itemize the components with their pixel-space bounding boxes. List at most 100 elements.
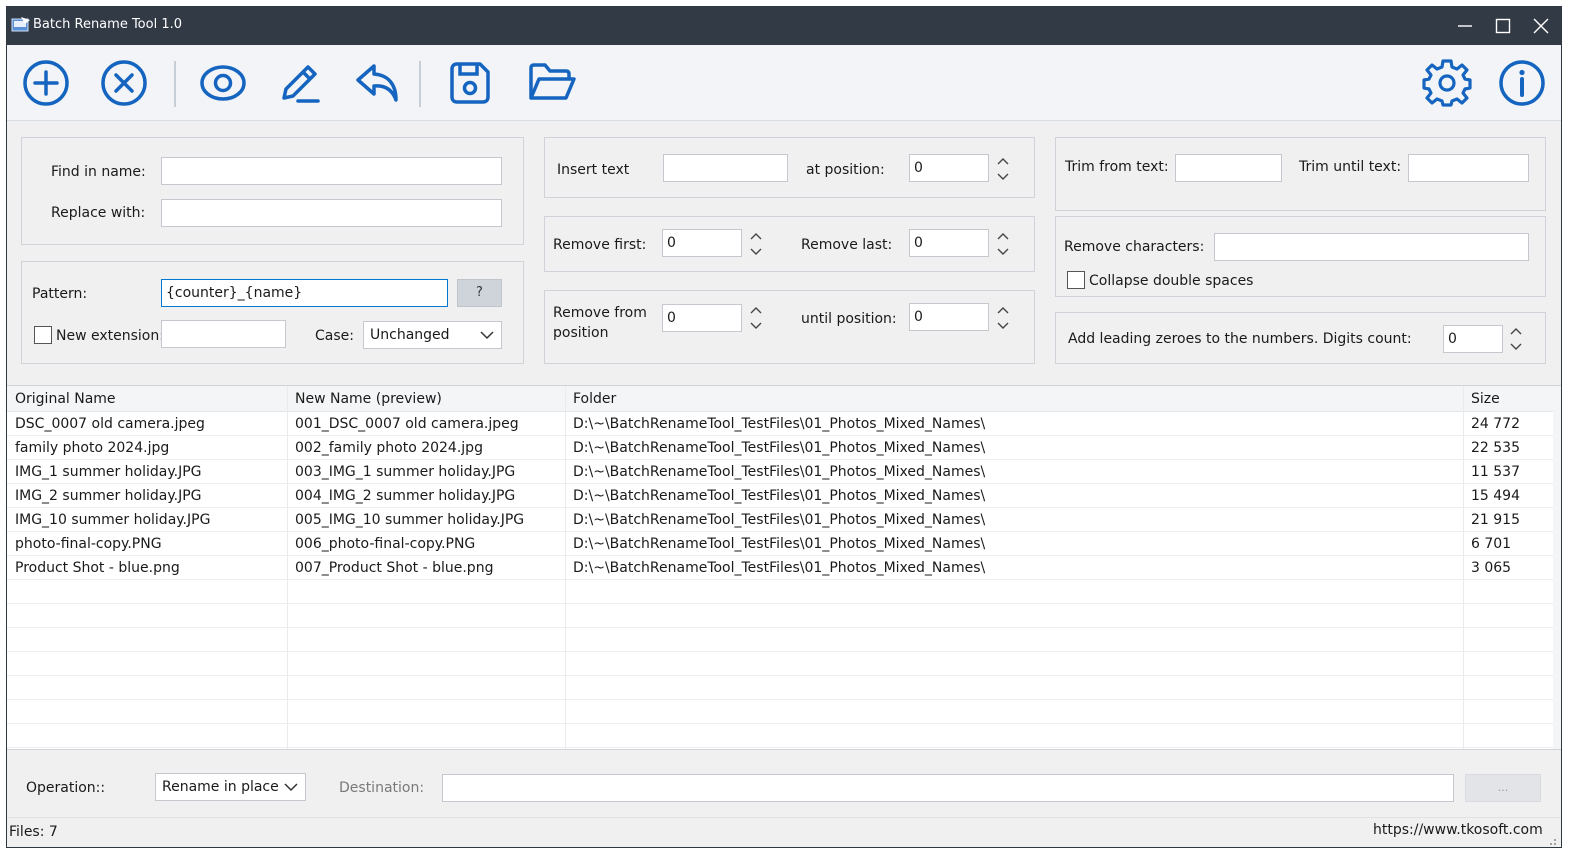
save-button[interactable]: [442, 55, 498, 111]
maximize-icon: [1495, 18, 1511, 34]
operation-label: Operation::: [26, 780, 106, 796]
table-row: [7, 604, 1553, 628]
add-files-button[interactable]: [18, 55, 74, 111]
case-select[interactable]: Unchanged: [363, 321, 502, 349]
website-link[interactable]: https://www.tkosoft.com: [1373, 822, 1543, 838]
until-position-input[interactable]: 0: [909, 303, 989, 331]
new-extension-checkbox[interactable]: [34, 326, 52, 344]
cell-original-name: IMG_10 summer holiday.JPG: [15, 512, 211, 528]
settings-button[interactable]: [1419, 55, 1475, 111]
folder-open-icon: [529, 63, 576, 100]
destination-input[interactable]: [442, 774, 1454, 802]
table-row[interactable]: IMG_1 summer holiday.JPG 003_IMG_1 summer…: [7, 460, 1553, 484]
cell-new-name: 004_IMG_2 summer holiday.JPG: [295, 488, 516, 504]
column-header-preview[interactable]: New Name (preview): [287, 386, 565, 412]
find-label: Find in name:: [51, 164, 146, 180]
remove-from-input[interactable]: 0: [662, 304, 742, 332]
cell-new-name: 007_Product Shot - blue.png: [295, 560, 494, 576]
insert-text-input[interactable]: [663, 154, 788, 182]
at-position-input[interactable]: 0: [909, 154, 989, 182]
window-title: Batch Rename Tool 1.0: [33, 17, 183, 32]
spinner-arrows-icon[interactable]: [747, 229, 765, 259]
table-row: [7, 724, 1553, 748]
cell-original-name: photo-final-copy.PNG: [15, 536, 162, 552]
leading-zeroes-input[interactable]: 0: [1443, 325, 1503, 353]
open-button[interactable]: [524, 55, 580, 111]
trim-until-input[interactable]: [1408, 154, 1529, 182]
cell-size: 3 065: [1471, 560, 1512, 576]
spinner-arrows-icon[interactable]: [994, 229, 1012, 259]
cell-new-name: 002_family photo 2024.jpg: [295, 440, 483, 456]
minimize-button[interactable]: [1447, 11, 1483, 41]
undo-button[interactable]: [349, 55, 405, 111]
pattern-input[interactable]: {counter}_{name}: [161, 279, 448, 307]
spinner-arrows-icon[interactable]: [994, 154, 1012, 184]
file-grid[interactable]: Original Name New Name (preview) Folder …: [7, 385, 1561, 749]
chevron-down-icon: [480, 331, 494, 340]
operation-select[interactable]: Rename in place: [155, 773, 306, 801]
table-row: [7, 700, 1553, 724]
leading-zeroes-group: Add leading zeroes to the numbers. Digit…: [1055, 312, 1546, 364]
table-row[interactable]: IMG_10 summer holiday.JPG 005_IMG_10 summ…: [7, 508, 1553, 532]
spinner-arrows-icon[interactable]: [994, 303, 1012, 333]
table-row[interactable]: photo-final-copy.PNG 006_photo-final-copy…: [7, 532, 1553, 556]
status-bar: Files: 7 https://www.tkosoft.com: [7, 817, 1561, 847]
column-header-size[interactable]: Size: [1463, 386, 1553, 412]
preview-button[interactable]: [195, 55, 251, 111]
remove-characters-label: Remove characters:: [1064, 239, 1205, 255]
table-row[interactable]: family photo 2024.jpg 002_family photo 20…: [7, 436, 1553, 460]
column-header-folder[interactable]: Folder: [565, 386, 1463, 412]
vertical-scrollbar[interactable]: [1553, 386, 1561, 749]
case-select-value: Unchanged: [370, 327, 450, 343]
find-replace-group: Find in name: Replace with:: [21, 137, 524, 245]
cell-size: 15 494: [1471, 488, 1520, 504]
spinner-arrows-icon[interactable]: [747, 303, 765, 333]
new-extension-input[interactable]: [161, 320, 286, 348]
cell-original-name: IMG_1 summer holiday.JPG: [15, 464, 202, 480]
cell-folder: D:\~\BatchRenameTool_TestFiles\01_Photos…: [573, 512, 986, 528]
column-header-original[interactable]: Original Name: [7, 386, 287, 412]
cell-new-name: 006_photo-final-copy.PNG: [295, 536, 476, 552]
close-button[interactable]: [1523, 11, 1559, 41]
until-position-label: until position:: [801, 311, 897, 327]
info-icon: [1499, 60, 1545, 106]
table-row[interactable]: IMG_2 summer holiday.JPG 004_IMG_2 summer…: [7, 484, 1553, 508]
collapse-spaces-label: Collapse double spaces: [1089, 273, 1254, 289]
pattern-group: Pattern: {counter}_{name} ? New extensio…: [21, 261, 524, 364]
browse-destination-button[interactable]: ...: [1465, 774, 1541, 802]
table-row: [7, 676, 1553, 700]
cell-size: 22 535: [1471, 440, 1520, 456]
cell-folder: D:\~\BatchRenameTool_TestFiles\01_Photos…: [573, 536, 986, 552]
remove-last-input[interactable]: 0: [909, 229, 989, 257]
resize-grip-icon[interactable]: [1545, 834, 1557, 846]
chevron-down-icon: [284, 783, 298, 792]
insert-text-group: Insert text at position: 0: [544, 137, 1035, 198]
table-row: [7, 628, 1553, 652]
maximize-button[interactable]: [1485, 11, 1521, 41]
pattern-help-button[interactable]: ?: [457, 279, 502, 307]
cell-size: 6 701: [1471, 536, 1512, 552]
replace-input[interactable]: [161, 199, 502, 227]
trim-until-label: Trim until text:: [1299, 159, 1402, 175]
eye-icon: [200, 65, 246, 101]
undo-arrow-icon: [356, 64, 398, 102]
remove-characters-input[interactable]: [1214, 233, 1529, 261]
about-button[interactable]: [1494, 55, 1550, 111]
pattern-label: Pattern:: [32, 286, 88, 302]
plus-circle-icon: [23, 60, 69, 106]
table-row[interactable]: DSC_0007 old camera.jpeg 001_DSC_0007 old…: [7, 412, 1553, 436]
remove-from-label-position: position: [553, 325, 609, 341]
collapse-spaces-checkbox[interactable]: [1067, 271, 1085, 289]
remove-first-input[interactable]: 0: [662, 229, 742, 257]
cell-size: 11 537: [1471, 464, 1520, 480]
x-circle-icon: [101, 60, 147, 106]
at-position-label: at position:: [806, 162, 885, 178]
trim-from-input[interactable]: [1175, 154, 1282, 182]
table-row[interactable]: Product Shot - blue.png 007_Product Shot …: [7, 556, 1553, 580]
cell-new-name: 005_IMG_10 summer holiday.JPG: [295, 512, 525, 528]
remove-files-button[interactable]: [96, 55, 152, 111]
rename-button[interactable]: [271, 55, 327, 111]
find-input[interactable]: [161, 157, 502, 185]
remove-first-label: Remove first:: [553, 237, 647, 253]
spinner-arrows-icon[interactable]: [1507, 324, 1525, 354]
